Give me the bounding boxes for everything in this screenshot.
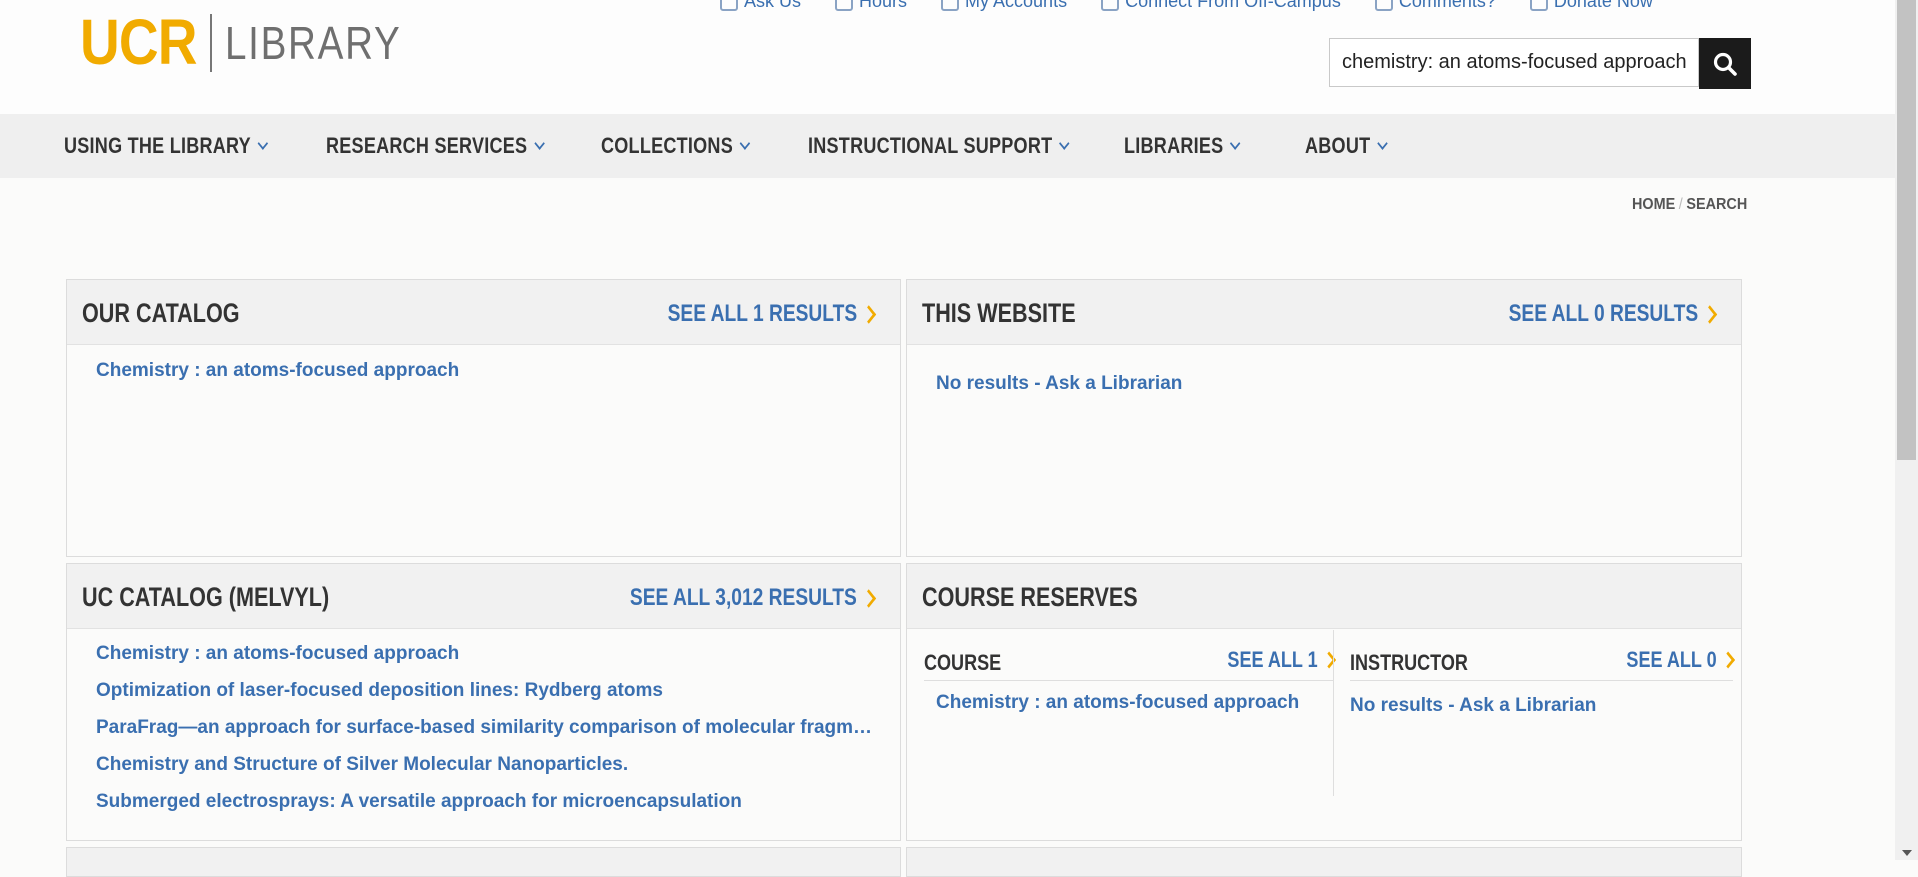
instructor-ask-librarian-link[interactable]: No results - Ask a Librarian: [1350, 695, 1596, 717]
link-icon: [1101, 0, 1120, 12]
utility-comments[interactable]: Comments?: [1374, 0, 1496, 12]
chevron-down-icon: [1059, 136, 1070, 150]
breadcrumb-home[interactable]: HOME: [1632, 196, 1675, 213]
site-search: [1329, 38, 1751, 89]
panel-header: OUR CATALOG SEE ALL 1 RESULTS: [67, 280, 900, 345]
utility-ask-us[interactable]: Ask Us: [720, 0, 801, 12]
breadcrumb: HOME / SEARCH: [1632, 196, 1747, 214]
chevron-right-icon: [1702, 304, 1718, 324]
nav-libraries[interactable]: LIBRARIES: [1124, 114, 1241, 178]
utility-links: Ask Us Hours My Accounts Connect From Of…: [720, 0, 1653, 12]
column-divider: [1333, 630, 1334, 796]
result-link[interactable]: Submerged electrosprays: A versatile app…: [96, 791, 742, 813]
uc-catalog-panel: UC CATALOG (MELVYL) SEE ALL 3,012 RESULT…: [66, 563, 901, 841]
utility-my-accounts[interactable]: My Accounts: [941, 0, 1067, 12]
panel-title: OUR CATALOG: [82, 298, 240, 328]
see-all-website-link[interactable]: SEE ALL 0 RESULTS: [1509, 300, 1718, 328]
see-all-catalog-link[interactable]: SEE ALL 1 RESULTS: [668, 300, 877, 328]
next-panel-right: [906, 847, 1742, 877]
site-header: UCR LIBRARY Ask Us Hours My Accounts Con…: [0, 0, 1895, 114]
search-button[interactable]: [1699, 38, 1751, 89]
chevron-right-icon: [861, 588, 877, 608]
course-subheader: COURSE SEE ALL 1: [924, 630, 1337, 681]
gift-icon: [1529, 0, 1548, 12]
breadcrumb-current: SEARCH: [1686, 196, 1748, 213]
result-link[interactable]: Optimization of laser-focused deposition…: [96, 680, 663, 702]
nav-research-services[interactable]: RESEARCH SERVICES: [326, 114, 545, 178]
page-scrollbar[interactable]: [1895, 0, 1918, 860]
chevron-down-icon: [739, 136, 751, 150]
instructor-label: INSTRUCTOR: [1350, 650, 1468, 675]
main-nav: USING THE LIBRARY RESEARCH SERVICES COLL…: [0, 114, 1895, 178]
our-catalog-panel: OUR CATALOG SEE ALL 1 RESULTS Chemistry …: [66, 279, 901, 557]
result-link[interactable]: Chemistry : an atoms-focused approach: [96, 360, 459, 382]
panel-header: COURSE RESERVES: [907, 564, 1741, 629]
search-icon: [1713, 52, 1737, 76]
chevron-right-icon: [861, 304, 877, 324]
logo-library-text: LIBRARY: [225, 17, 402, 69]
nav-instructional-support[interactable]: INSTRUCTIONAL SUPPORT: [808, 114, 1070, 178]
ask-librarian-link[interactable]: No results - Ask a Librarian: [936, 373, 1182, 395]
utility-donate[interactable]: Donate Now: [1529, 0, 1653, 12]
course-reserves-panel: COURSE RESERVES COURSE SEE ALL 1 INSTRUC…: [906, 563, 1742, 841]
comment-icon: [1374, 0, 1393, 12]
see-all-melvyl-link[interactable]: SEE ALL 3,012 RESULTS: [630, 584, 877, 612]
panel-header: UC CATALOG (MELVYL) SEE ALL 3,012 RESULT…: [67, 564, 900, 629]
see-all-instructor-link[interactable]: SEE ALL 0: [1626, 647, 1736, 673]
chevron-down-icon: [1377, 136, 1388, 150]
clock-icon: [835, 0, 854, 12]
panel-title: COURSE RESERVES: [922, 582, 1138, 612]
result-link[interactable]: ParaFrag—an approach for surface-based s…: [96, 717, 872, 739]
chevron-down-icon: [257, 136, 269, 150]
scrollbar-thumb[interactable]: [1897, 0, 1916, 460]
nav-collections[interactable]: COLLECTIONS: [601, 114, 751, 178]
utility-hours[interactable]: Hours: [835, 0, 907, 12]
chat-icon: [720, 0, 738, 12]
instructor-subheader: INSTRUCTOR SEE ALL 0: [1350, 630, 1736, 681]
panel-title: THIS WEBSITE: [922, 298, 1076, 328]
nav-using-the-library[interactable]: USING THE LIBRARY: [64, 114, 269, 178]
course-result-link[interactable]: Chemistry : an atoms-focused approach: [936, 692, 1299, 714]
panel-header: THIS WEBSITE SEE ALL 0 RESULTS: [907, 280, 1741, 345]
this-website-panel: THIS WEBSITE SEE ALL 0 RESULTS No result…: [906, 279, 1742, 557]
search-input[interactable]: [1329, 38, 1699, 87]
chevron-down-icon: [534, 136, 545, 150]
see-all-course-link[interactable]: SEE ALL 1: [1227, 647, 1337, 673]
next-panel-left: [66, 847, 901, 877]
scroll-down-arrow-icon[interactable]: [1902, 850, 1912, 856]
breadcrumb-separator: /: [1678, 196, 1683, 213]
course-label: COURSE: [924, 650, 1002, 675]
result-link[interactable]: Chemistry : an atoms-focused approach: [96, 643, 459, 665]
logo-ucr-text: UCR: [80, 6, 198, 78]
utility-connect-off-campus[interactable]: Connect From Off-Campus: [1101, 0, 1341, 12]
logo-divider: [210, 14, 212, 72]
chevron-down-icon: [1230, 136, 1241, 150]
account-icon: [941, 0, 960, 12]
result-link[interactable]: Chemistry and Structure of Silver Molecu…: [96, 754, 628, 776]
nav-about[interactable]: ABOUT: [1305, 114, 1388, 178]
panel-title: UC CATALOG (MELVYL): [82, 582, 330, 612]
chevron-right-icon: [1721, 651, 1736, 669]
